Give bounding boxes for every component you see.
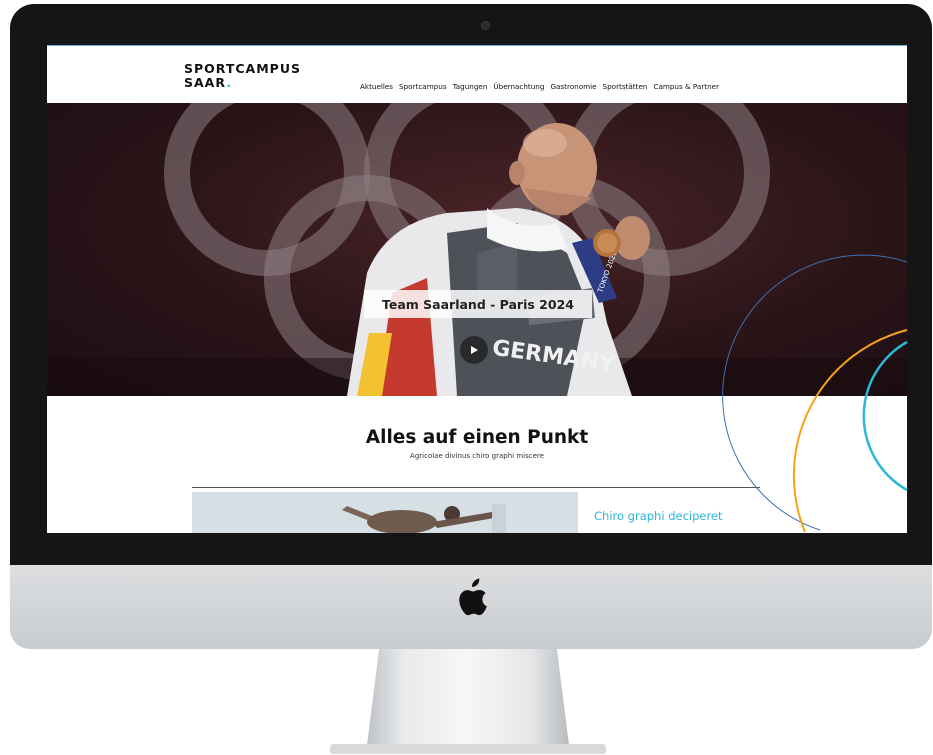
camera-icon [481,21,490,30]
monitor-chin [10,565,932,649]
section-divider [192,487,760,488]
imac-mockup: SPORTCAMPUS SAAR. Aktuelles Sportcampus … [0,0,933,755]
logo-dot: . [226,75,232,90]
main-nav: Aktuelles Sportcampus Tagungen Übernacht… [360,82,719,91]
nav-item-aktuelles[interactable]: Aktuelles [360,82,393,91]
play-button[interactable] [460,336,488,364]
nav-item-uebernachtung[interactable]: Übernachtung [493,82,544,91]
site-logo[interactable]: SPORTCAMPUS SAAR. [184,62,301,90]
nav-item-sportcampus[interactable]: Sportcampus [399,82,447,91]
section-subtitle: Agricolae divinus chiro graphi miscere [410,452,544,460]
site-header: SPORTCAMPUS SAAR. Aktuelles Sportcampus … [47,46,907,103]
website-screen: SPORTCAMPUS SAAR. Aktuelles Sportcampus … [47,45,907,533]
hero-caption[interactable]: Team Saarland - Paris 2024 [364,290,592,318]
feature-link[interactable]: Chiro graphi deciperet [594,509,723,523]
logo-line1: SPORTCAMPUS [184,61,301,76]
play-icon [471,346,478,354]
logo-line2: SAAR [184,75,227,90]
hero-banner[interactable]: GERMANY TOKYO 2020 Team Saarland - Paris… [47,103,907,396]
monitor-stand [367,649,569,745]
apple-logo-icon [459,578,487,616]
stand-base [330,744,606,754]
nav-item-gastronomie[interactable]: Gastronomie [550,82,596,91]
nav-item-sportstaetten[interactable]: Sportstätten [603,82,648,91]
nav-item-campus-partner[interactable]: Campus & Partner [653,82,719,91]
feature-image[interactable] [192,492,578,533]
athlete-jump-photo [192,492,578,533]
section-title: Alles auf einen Punkt [365,427,589,448]
nav-item-tagungen[interactable]: Tagungen [453,82,488,91]
